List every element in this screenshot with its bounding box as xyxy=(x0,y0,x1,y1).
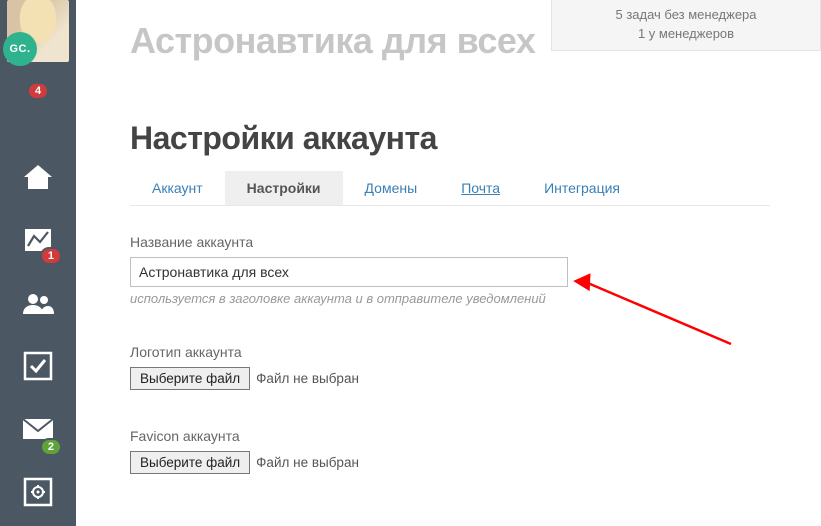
field-logo: Логотип аккаунта Выберите файл Файл не в… xyxy=(130,344,821,390)
nav-home[interactable] xyxy=(0,145,76,208)
home-icon xyxy=(22,163,54,191)
badge-tasks: 4 xyxy=(27,82,49,100)
badge-mail: 2 xyxy=(40,438,62,456)
nav-users[interactable] xyxy=(0,271,76,334)
nav-check[interactable] xyxy=(0,334,76,397)
tab-integration[interactable]: Интеграция xyxy=(522,171,642,205)
field-favicon: Favicon аккаунта Выберите файл Файл не в… xyxy=(130,428,821,474)
banner-line2: 1 у менеджеров xyxy=(568,25,804,44)
safe-icon xyxy=(23,477,53,507)
nav-stats[interactable]: 1 xyxy=(0,208,76,271)
tab-settings[interactable]: Настройки xyxy=(225,171,343,205)
nav-safe[interactable] xyxy=(0,460,76,523)
checkbox-icon xyxy=(23,351,53,381)
logo-file-status: Файл не выбран xyxy=(256,371,359,386)
mail-icon xyxy=(22,418,54,440)
main: 5 задач без менеджера 1 у менеджеров Аст… xyxy=(76,0,821,526)
favicon-file-status: Файл не выбран xyxy=(256,455,359,470)
sidebar: GC. 4 1 xyxy=(0,0,76,526)
favicon-label: Favicon аккаунта xyxy=(130,428,821,444)
field-account-name: Название аккаунта используется в заголов… xyxy=(130,234,821,306)
account-name-hint: используется в заголовке аккаунта и в от… xyxy=(130,291,821,306)
favicon-file-button[interactable]: Выберите файл xyxy=(130,451,250,474)
avatar[interactable]: GC. xyxy=(0,0,76,62)
banner-line1: 5 задач без менеджера xyxy=(568,6,804,25)
tab-account[interactable]: Аккаунт xyxy=(130,171,225,205)
nav-tasks[interactable]: 4 xyxy=(0,82,76,145)
account-name-label: Название аккаунта xyxy=(130,234,821,250)
tab-mail[interactable]: Почта xyxy=(439,171,522,205)
nav-mail[interactable]: 2 xyxy=(0,397,76,460)
tab-domains[interactable]: Домены xyxy=(343,171,440,205)
logo-file-button[interactable]: Выберите файл xyxy=(130,367,250,390)
logo-label: Логотип аккаунта xyxy=(130,344,821,360)
task-banner[interactable]: 5 задач без менеджера 1 у менеджеров xyxy=(551,0,821,51)
gc-badge: GC. xyxy=(3,32,37,66)
users-icon xyxy=(21,291,55,315)
account-name-input[interactable] xyxy=(130,257,568,287)
nav: 4 1 2 xyxy=(0,82,76,523)
page-title: Настройки аккаунта xyxy=(76,62,821,157)
tabs: Аккаунт Настройки Домены Почта Интеграци… xyxy=(130,171,770,206)
badge-stats: 1 xyxy=(40,247,62,265)
